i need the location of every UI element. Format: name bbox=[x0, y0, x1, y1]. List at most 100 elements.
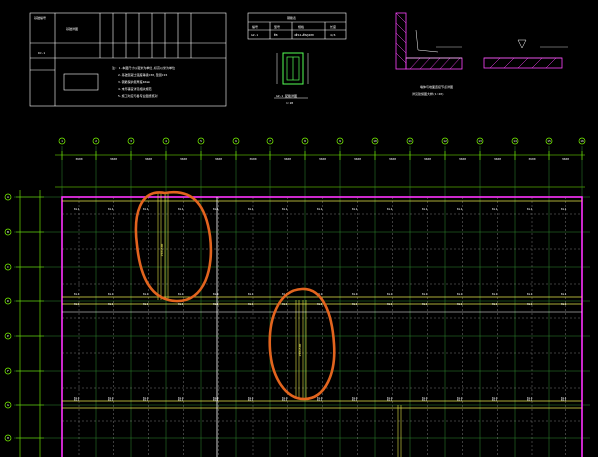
note-line-2: 2.基础混凝土强度等级C30,垫层C15 bbox=[118, 72, 167, 77]
beam-label: KL1 bbox=[108, 396, 114, 400]
grid-number: 11 bbox=[408, 139, 412, 143]
grid-number: 4 bbox=[165, 139, 167, 143]
beam-label: KL1 bbox=[422, 396, 428, 400]
dim-text: 3600 bbox=[180, 157, 187, 161]
beam-label: KL1 bbox=[527, 302, 533, 306]
grid-letter: C bbox=[7, 265, 9, 269]
beam-label: KL1 bbox=[143, 396, 149, 400]
rebar-col-1: 编号 bbox=[252, 24, 258, 29]
beam-label: KL1 bbox=[457, 292, 463, 296]
beam-label: KL1 bbox=[248, 396, 254, 400]
grid-number: 13 bbox=[478, 139, 482, 143]
cad-drawing-canvas[interactable]: 基础编号 DJ-1 基础详图 注: 1.本图尺寸以毫米为单位,标高以米为单位 2… bbox=[0, 0, 598, 457]
beam-label: KL1 bbox=[422, 302, 428, 306]
rebar-table-title: 钢筋表 bbox=[287, 15, 296, 20]
beam-label: KL1 bbox=[282, 396, 288, 400]
beam-label: KL1 bbox=[492, 292, 498, 296]
grid-number: 6 bbox=[235, 139, 237, 143]
grid-number: 10 bbox=[373, 139, 377, 143]
note-line-4: 4.未尽事宜详见相关规范 bbox=[118, 86, 152, 91]
dim-text: 3600 bbox=[494, 157, 501, 161]
rebar-col-4: 长度 bbox=[330, 24, 336, 29]
dim-text: 3600 bbox=[319, 157, 326, 161]
grid-number: 1 bbox=[61, 139, 63, 143]
beam-label: KL1 bbox=[527, 207, 533, 211]
grid-number: 15 bbox=[547, 139, 551, 143]
beam-label: KL1 bbox=[282, 207, 288, 211]
beam-label: KL1 bbox=[143, 292, 149, 296]
beam-label: KL1 bbox=[248, 292, 254, 296]
rebar-cell-1: GZ-1 bbox=[251, 33, 258, 37]
beam-label: KL1 bbox=[282, 302, 288, 306]
beam-label: KL1 bbox=[352, 207, 358, 211]
building-outline bbox=[61, 196, 583, 457]
beam-label: KL1 bbox=[457, 396, 463, 400]
dim-text: 3600 bbox=[424, 157, 431, 161]
column-detail bbox=[274, 52, 309, 99]
column-detail-scale: 1:20 bbox=[286, 101, 293, 105]
beam-label: KL1 bbox=[561, 396, 567, 400]
dim-text: 3600 bbox=[354, 157, 361, 161]
section-caption: 墙体与地面连接节点详图 bbox=[420, 84, 453, 89]
dim-text: 3600 bbox=[75, 157, 82, 161]
grid-number: 14 bbox=[513, 139, 517, 143]
beam-label: KL1 bbox=[178, 396, 184, 400]
beam-label: KL1 bbox=[561, 302, 567, 306]
beam-label: KL1 bbox=[74, 396, 80, 400]
beam-label: KL1 bbox=[108, 302, 114, 306]
dim-text: 3600 bbox=[110, 157, 117, 161]
highlight-ellipse-2 bbox=[268, 287, 336, 401]
grid-letter: E bbox=[7, 334, 9, 338]
beam-label: KL1 bbox=[387, 396, 393, 400]
grid-number: 8 bbox=[304, 139, 306, 143]
beam-size-label: 250x500 bbox=[160, 243, 164, 256]
beam-label: KL1 bbox=[74, 207, 80, 211]
beam-label: KL1 bbox=[422, 207, 428, 211]
beam-label: KL1 bbox=[387, 292, 393, 296]
table-header-left: 基础编号 bbox=[34, 15, 46, 20]
beam-label: KL1 bbox=[561, 292, 567, 296]
grid-letter: F bbox=[7, 369, 9, 373]
rebar-cell-3: 4Φ12+Φ6@200 bbox=[294, 33, 314, 37]
rebar-cell-4: 4/6 bbox=[330, 33, 336, 37]
beam-label: KL1 bbox=[352, 292, 358, 296]
note-line-3: 3.钢筋保护层厚度40mm bbox=[118, 79, 150, 84]
floor-plan: 1 3600 2 3600 3 3600 4 3600 5 3600 6 3600 7 3600 8 3600… bbox=[4, 137, 590, 457]
beam-label: KL1 bbox=[422, 292, 428, 296]
grid-number: 3 bbox=[130, 139, 132, 143]
beam-label: KL1 bbox=[317, 396, 323, 400]
grid-number: 5 bbox=[200, 139, 202, 143]
beam-label: KL1 bbox=[317, 302, 323, 306]
beam-label: KL1 bbox=[248, 207, 254, 211]
beam-label: KL1 bbox=[492, 302, 498, 306]
dim-text: 3600 bbox=[528, 157, 535, 161]
dim-text: 3600 bbox=[459, 157, 466, 161]
table-row-id: DJ-1 bbox=[38, 51, 45, 55]
dim-text: 3600 bbox=[389, 157, 396, 161]
beam-label: KL1 bbox=[527, 292, 533, 296]
beam-label: KL1 bbox=[143, 302, 149, 306]
section-subcaption: 详见建施图大样(1:20) bbox=[412, 91, 444, 96]
beam-label: KL1 bbox=[387, 302, 393, 306]
dim-text: 3600 bbox=[145, 157, 152, 161]
grid-number: 2 bbox=[95, 139, 97, 143]
beam-label: KL1 bbox=[492, 207, 498, 211]
grid-letter: D bbox=[7, 299, 9, 303]
beam-label: KL1 bbox=[178, 207, 184, 211]
beam-label: KL1 bbox=[317, 207, 323, 211]
beam-label: KL1 bbox=[143, 207, 149, 211]
rebar-col-3: 规格 bbox=[298, 24, 304, 29]
beam-label: KL1 bbox=[457, 207, 463, 211]
beam-label: KL1 bbox=[178, 302, 184, 306]
beam-label: KL1 bbox=[352, 302, 358, 306]
beam-label: KL1 bbox=[248, 302, 254, 306]
grid-number: 7 bbox=[269, 139, 271, 143]
grid-letter: G bbox=[7, 403, 9, 407]
notes-table bbox=[29, 12, 227, 107]
grid-letter: A bbox=[7, 195, 9, 199]
beam-label: KL1 bbox=[213, 207, 219, 211]
rebar-col-2: 型号 bbox=[274, 24, 280, 29]
beam-label: KL1 bbox=[387, 207, 393, 211]
grid-letter: H bbox=[7, 436, 9, 440]
beam-label: KL1 bbox=[492, 396, 498, 400]
